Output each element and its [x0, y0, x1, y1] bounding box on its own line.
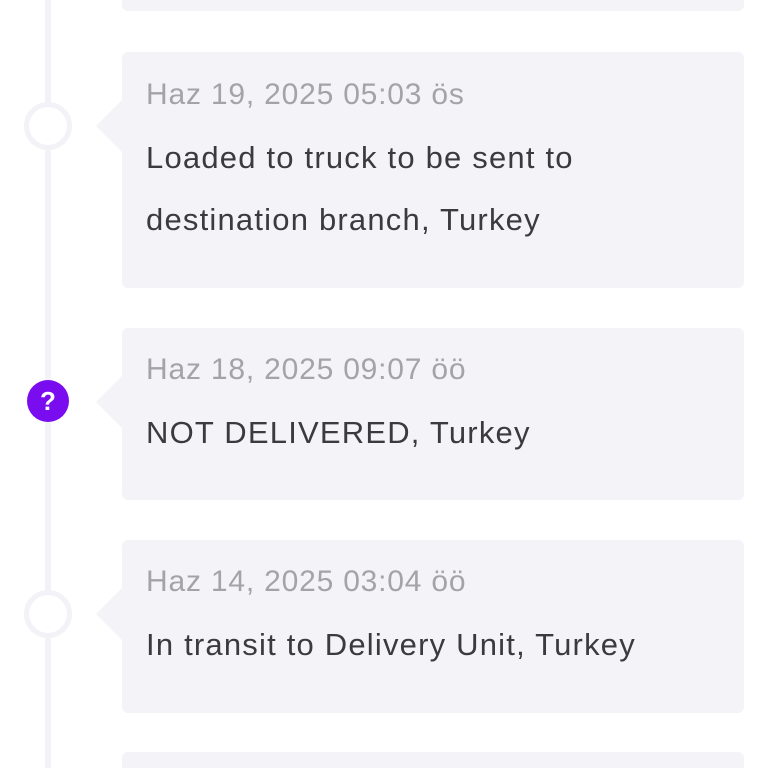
timeline-card: Haz 19, 2025 05:03 ös Loaded to truck to… [96, 52, 744, 288]
timeline-card: Haz 18, 2025 09:07 öö NOT DELIVERED, Tur… [96, 328, 744, 500]
timeline-card-partial-top [122, 0, 744, 11]
event-description: In transit to Delivery Unit, Turkey [146, 627, 636, 662]
event-description-continued: destination branch, Turkey [146, 202, 541, 237]
question-icon-glyph: ? [40, 386, 56, 416]
circle-icon [24, 102, 72, 150]
event-description: Loaded to truck to be sent to [146, 140, 574, 175]
event-date: Haz 18, 2025 09:07 öö [146, 353, 467, 386]
event-description: NOT DELIVERED, Turkey [146, 415, 531, 450]
event-date: Haz 14, 2025 03:04 öö [146, 565, 467, 598]
event-date: Haz 19, 2025 05:03 ös [146, 78, 465, 111]
question-icon: ? [27, 380, 69, 422]
timeline-card-partial-bottom [122, 752, 744, 768]
circle-icon [24, 590, 72, 638]
timeline-card: Haz 14, 2025 03:04 öö In transit to Deli… [96, 540, 744, 713]
tracking-timeline: Haz 19, 2025 05:03 ös Loaded to truck to… [0, 0, 768, 768]
